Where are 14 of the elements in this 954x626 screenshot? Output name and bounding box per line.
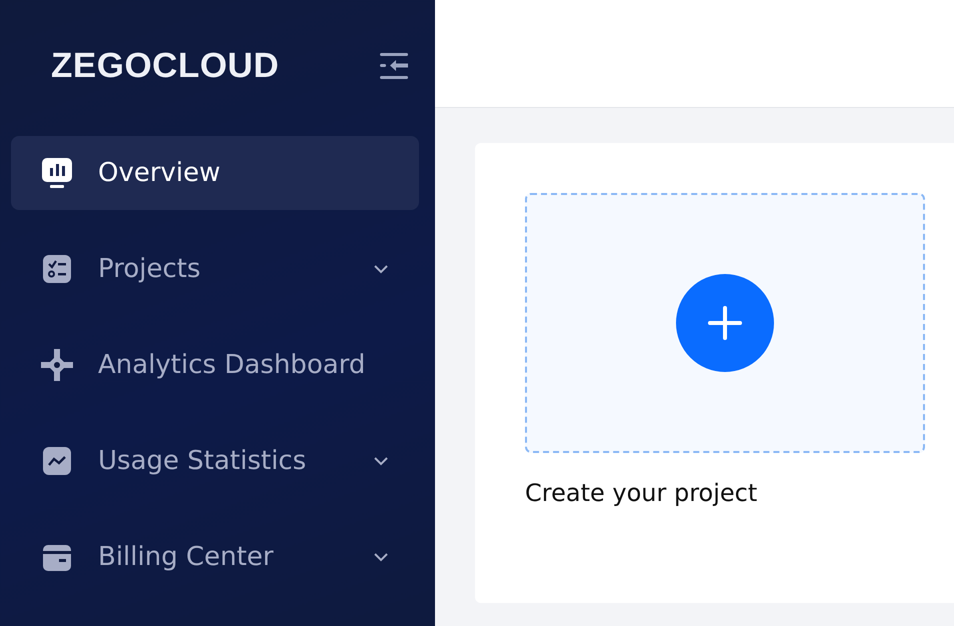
monitor-icon	[41, 157, 73, 189]
logo-text: ZEGOCLOUD	[51, 46, 280, 86]
compass-icon	[41, 349, 73, 381]
collapse-sidebar-icon[interactable]	[380, 51, 410, 81]
sidebar-item[interactable]: Projects	[11, 232, 419, 306]
add-icon[interactable]	[676, 274, 774, 372]
create-project-area[interactable]	[525, 193, 925, 453]
sidebar-item[interactable]: Billing Center	[11, 520, 419, 594]
sidebar-item[interactable]: Usage Statistics	[11, 424, 419, 498]
create-project-label: Create your project	[525, 479, 758, 507]
chart-icon	[41, 445, 73, 477]
sidebar-item[interactable]: Overview	[11, 136, 419, 210]
checklist-icon	[41, 253, 73, 285]
sidebar-item[interactable]: Analytics Dashboard	[11, 328, 419, 402]
